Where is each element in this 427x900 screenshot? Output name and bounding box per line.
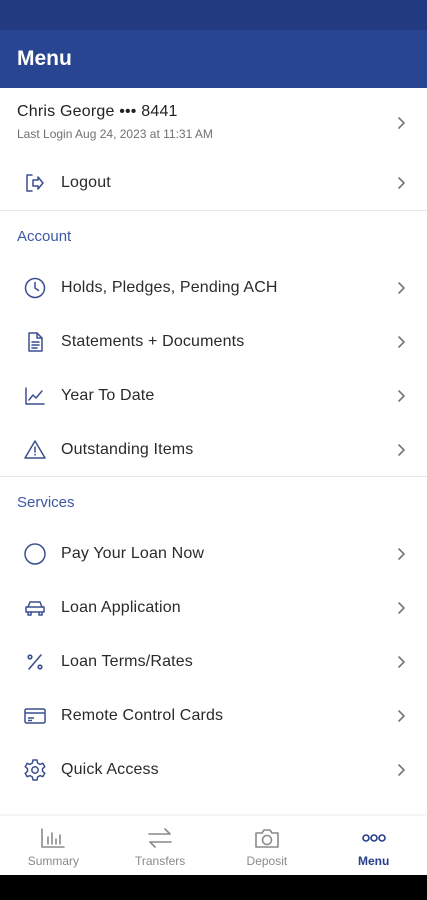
- card-icon: [22, 703, 48, 729]
- transfer-arrows-icon: [145, 825, 175, 851]
- section-header-services: Services: [17, 494, 75, 511]
- menu-item-statements[interactable]: Statements + Documents: [0, 315, 427, 369]
- line-chart-icon: [22, 383, 48, 409]
- tab-menu[interactable]: Menu: [320, 816, 427, 875]
- menu-item-pay-loan[interactable]: Pay Your Loan Now: [0, 527, 427, 581]
- menu-item-year-to-date[interactable]: Year To Date: [0, 369, 427, 423]
- car-icon: [22, 595, 48, 621]
- tab-label: Deposit: [246, 854, 288, 868]
- menu-item-label: Loan Application: [61, 599, 181, 616]
- menu-item-label: Year To Date: [61, 387, 155, 404]
- chevron-right-icon: [398, 710, 405, 722]
- dots-icon: [359, 825, 389, 851]
- circle-icon: [22, 541, 48, 567]
- divider: [0, 210, 427, 211]
- tab-transfers[interactable]: Transfers: [107, 816, 214, 875]
- bar-chart-icon: [38, 825, 68, 851]
- logout-icon: [22, 170, 48, 196]
- warning-icon: [22, 437, 48, 463]
- menu-item-label: Pay Your Loan Now: [61, 545, 205, 562]
- chevron-right-icon: [398, 548, 405, 560]
- chevron-right-icon: [398, 602, 405, 614]
- logout-row[interactable]: Logout: [0, 156, 427, 210]
- chevron-right-icon: [398, 282, 405, 294]
- chevron-right-icon: [398, 177, 405, 189]
- document-icon: [22, 329, 48, 355]
- gear-icon: [22, 757, 48, 783]
- percent-icon: [22, 649, 48, 675]
- tab-deposit[interactable]: Deposit: [214, 816, 321, 875]
- tab-summary[interactable]: Summary: [0, 816, 107, 875]
- menu-item-loan-application[interactable]: Loan Application: [0, 581, 427, 635]
- divider: [0, 476, 427, 477]
- menu-item-loan-terms[interactable]: Loan Terms/Rates: [0, 635, 427, 689]
- section-header-account: Account: [17, 228, 72, 245]
- tab-label: Transfers: [135, 854, 186, 868]
- menu-item-label: Statements + Documents: [61, 333, 245, 350]
- menu-item-outstanding-items[interactable]: Outstanding Items: [0, 423, 427, 477]
- bottom-tab-bar: Summary Transfers Deposit Menu: [0, 816, 427, 875]
- user-name: Chris George ••• 8441: [17, 103, 178, 120]
- app-header: Menu: [0, 30, 427, 88]
- logout-label: Logout: [61, 174, 111, 191]
- menu-item-label: Quick Access: [61, 761, 159, 778]
- menu-item-partial[interactable]: [0, 797, 427, 816]
- system-nav-bar: [0, 875, 427, 900]
- status-bar: [0, 0, 427, 30]
- camera-icon: [252, 825, 282, 851]
- menu-list: Chris George ••• 8441 Last Login Aug 24,…: [0, 88, 427, 816]
- menu-item-label: Remote Control Cards: [61, 707, 224, 724]
- chevron-right-icon: [398, 336, 405, 348]
- menu-item-label: Outstanding Items: [61, 441, 194, 458]
- menu-item-label: Holds, Pledges, Pending ACH: [61, 279, 278, 296]
- chevron-right-icon: [398, 117, 405, 129]
- tab-label: Summary: [27, 854, 80, 868]
- tab-label: Menu: [357, 854, 390, 868]
- clock-icon: [22, 275, 48, 301]
- menu-item-quick-access[interactable]: Quick Access: [0, 743, 427, 797]
- chevron-right-icon: [398, 764, 405, 776]
- chevron-right-icon: [398, 444, 405, 456]
- chevron-right-icon: [398, 656, 405, 668]
- chevron-right-icon: [398, 390, 405, 402]
- page-title: Menu: [17, 47, 72, 70]
- last-login: Last Login Aug 24, 2023 at 11:31 AM: [17, 127, 213, 141]
- menu-item-holds[interactable]: Holds, Pledges, Pending ACH: [0, 261, 427, 315]
- menu-item-label: Loan Terms/Rates: [61, 653, 193, 670]
- profile-row[interactable]: Chris George ••• 8441 Last Login Aug 24,…: [0, 88, 427, 158]
- menu-item-remote-control-cards[interactable]: Remote Control Cards: [0, 689, 427, 743]
